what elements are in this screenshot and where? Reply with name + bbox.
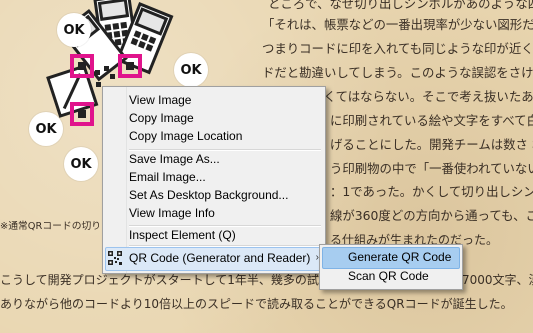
article-line: ドだと勘違いしてしまう。このような誤認をさける	[262, 65, 533, 80]
menu-item-inspect-element[interactable]: Inspect Element (Q)	[129, 226, 236, 245]
menu-icon-gutter	[103, 87, 127, 273]
menu-item-qr-code[interactable]: QR Code (Generator and Reader)	[129, 249, 310, 268]
context-menu: View Image Copy Image Copy Image Locatio…	[102, 86, 326, 274]
article-line: ：1であった。かくして切り出しシンボ	[330, 184, 533, 199]
article-page: OK OK OK OK OK ところで、なぜ切り出しシンボルがあのような四角 「…	[0, 0, 533, 333]
article-line: つまりコードに印を入れても同じような印が近くに	[262, 41, 533, 56]
article-line: げることにした。開発チームは数さ れ	[330, 137, 533, 152]
article-line: に印刷されている絵や文字をすべて白黒	[330, 113, 533, 128]
article-line: ありながら他のコードより10倍以上のスピードで読み取ることができるQRコードが誕…	[0, 297, 513, 311]
submenu-item-scan-qr-code[interactable]: Scan QR Code	[348, 266, 429, 286]
submenu-item-generate-qr-code[interactable]: Generate QR Code	[348, 247, 451, 267]
qr-submenu: Generate QR Code Scan QR Code	[319, 244, 463, 290]
menu-item-set-desktop-background[interactable]: Set As Desktop Background...	[129, 186, 288, 205]
figure-caption: ※通常QRコードの切り	[0, 221, 102, 232]
article-line: ところで、なぜ切り出しシンボルがあのような四角	[268, 0, 533, 11]
ok-badge: OK	[64, 147, 98, 181]
ok-badge: OK	[174, 53, 208, 87]
menu-item-view-image-info[interactable]: View Image Info	[129, 204, 215, 223]
menu-item-copy-image[interactable]: Copy Image	[129, 109, 194, 128]
article-line: 「それは、帳票などの一番出現率が少ない図形だっ	[262, 17, 533, 32]
article-line: 線が360度どの方向から通っても、この	[330, 208, 533, 223]
article-line: 7000文字、漢	[462, 273, 533, 287]
ok-badge: OK	[57, 13, 91, 47]
article-line: こうして開発プロジェクトがスタートして1年半、幾多の試行	[0, 273, 331, 287]
article-line: う印刷物の中で「一番使われていない比	[330, 161, 533, 176]
menu-item-save-image-as[interactable]: Save Image As...	[129, 150, 220, 169]
menu-item-copy-image-location[interactable]: Copy Image Location	[129, 127, 242, 146]
ok-badge: OK	[29, 112, 63, 146]
qr-code-icon	[108, 251, 122, 265]
menu-item-view-image[interactable]: View Image	[129, 91, 191, 110]
menu-item-email-image[interactable]: Email Image...	[129, 168, 206, 187]
